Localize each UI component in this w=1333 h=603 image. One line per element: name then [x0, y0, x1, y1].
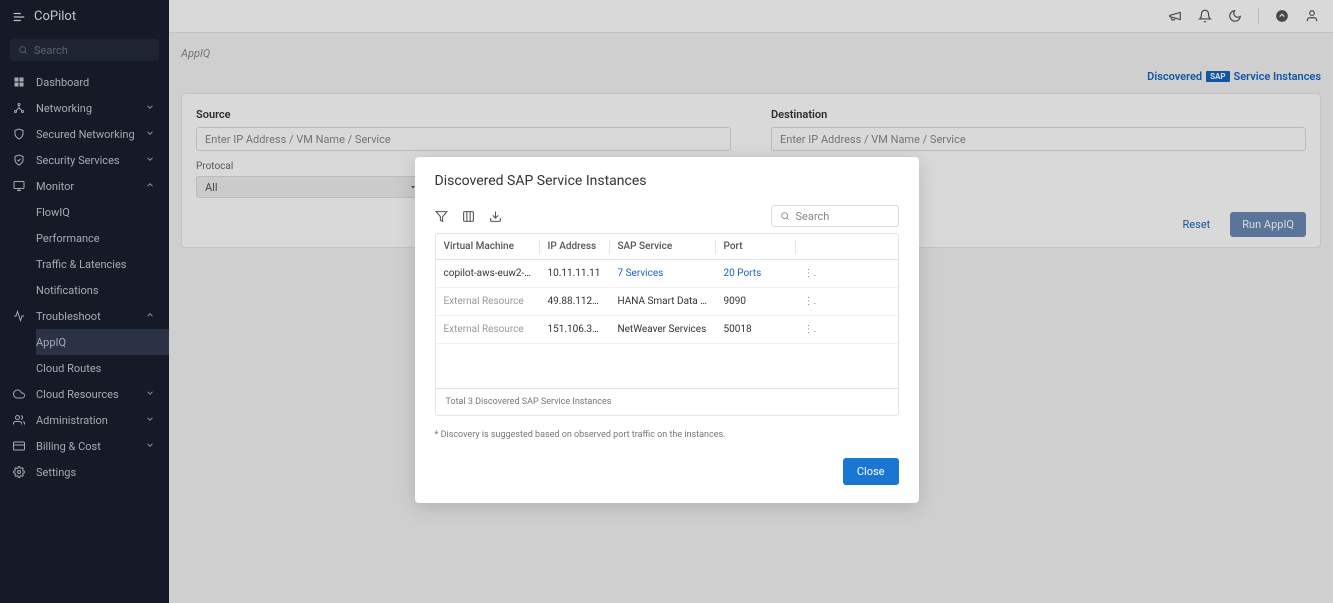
cell-vm: copilot-aws-euw2-s2-h: [436, 268, 540, 279]
table-row: External Resource49.88.112…HANA Smart Da…: [436, 288, 898, 316]
cell-port: 50018: [716, 324, 796, 335]
table-footer: Total 3 Discovered SAP Service Instances: [436, 388, 898, 415]
instances-table: Virtual Machine IP Address SAP Service P…: [435, 233, 899, 416]
filter-icon[interactable]: [435, 210, 448, 223]
cell-port: 9090: [716, 296, 796, 307]
cell-ip: 49.88.112…: [540, 296, 610, 307]
modal-note: * Discovery is suggested based on observ…: [435, 430, 899, 440]
cell-ip: 10.11.11.11: [540, 268, 610, 279]
row-more-icon[interactable]: ⋮: [796, 268, 816, 279]
row-more-icon[interactable]: ⋮: [796, 296, 816, 307]
table-row: External Resource151.106.3…NetWeaver Ser…: [436, 316, 898, 344]
modal-search-placeholder: Search: [796, 210, 830, 223]
modal-overlay: Discovered SAP Service Instances Search …: [0, 0, 1333, 603]
cell-ip: 151.106.3…: [540, 324, 610, 335]
cell-port[interactable]: 20 Ports: [716, 268, 796, 279]
modal: Discovered SAP Service Instances Search …: [415, 157, 919, 503]
cell-vm: External Resource: [436, 296, 540, 307]
close-button[interactable]: Close: [843, 458, 899, 485]
download-icon[interactable]: [489, 210, 502, 223]
table-row: copilot-aws-euw2-s2-h10.11.11.117 Servic…: [436, 260, 898, 288]
search-icon: [780, 211, 790, 221]
modal-search[interactable]: Search: [771, 205, 899, 227]
row-more-icon[interactable]: ⋮: [796, 324, 816, 335]
cell-svc: NetWeaver Services: [610, 324, 716, 335]
col-vm[interactable]: Virtual Machine: [436, 240, 540, 254]
table-header: Virtual Machine IP Address SAP Service P…: [436, 234, 898, 260]
cell-svc: HANA Smart Data Stre: [610, 296, 716, 307]
col-port[interactable]: Port: [716, 240, 796, 254]
col-ip[interactable]: IP Address: [540, 240, 610, 254]
col-svc[interactable]: SAP Service: [610, 240, 716, 254]
modal-title: Discovered SAP Service Instances: [435, 173, 899, 189]
cell-vm: External Resource: [436, 324, 540, 335]
columns-icon[interactable]: [462, 210, 475, 223]
cell-svc[interactable]: 7 Services: [610, 268, 716, 279]
